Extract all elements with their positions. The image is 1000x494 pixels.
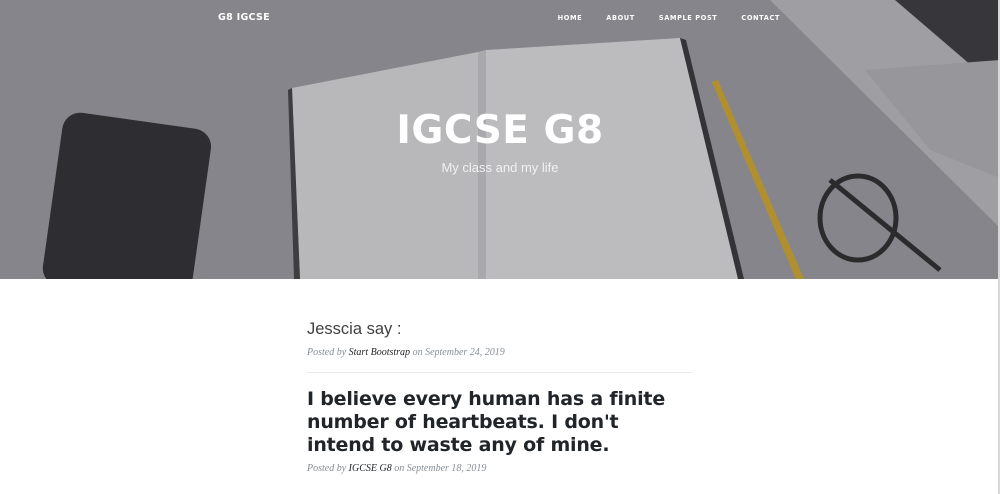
post-preview: Jesscia say : Posted by Start Bootstrap …: [307, 320, 692, 358]
post-divider: [307, 372, 692, 373]
nav-sample-post[interactable]: SAMPLE POST: [659, 14, 718, 22]
nav-contact[interactable]: CONTACT: [741, 14, 780, 22]
post-title-link[interactable]: Jesscia say :: [307, 320, 692, 339]
post-author-link[interactable]: IGCSE G8: [349, 463, 392, 474]
hero-title: IGCSE G8: [396, 108, 604, 153]
post-meta: Posted by IGCSE G8 on September 18, 2019: [307, 463, 487, 474]
nav-home[interactable]: HOME: [558, 14, 583, 22]
post-title-link[interactable]: I believe every human has a finite numbe…: [307, 388, 692, 457]
hero-header: G8 IGCSE HOME ABOUT SAMPLE POST CONTACT …: [0, 0, 1000, 279]
post-preview: I believe every human has a finite numbe…: [307, 388, 692, 474]
brand-link[interactable]: G8 IGCSE: [218, 12, 270, 23]
post-date: September 18, 2019: [406, 463, 487, 474]
post-meta: Posted by Start Bootstrap on September 2…: [307, 347, 505, 358]
nav-links: HOME ABOUT SAMPLE POST CONTACT: [534, 14, 780, 22]
hero-subtitle: My class and my life: [441, 160, 559, 175]
post-list: Jesscia say : Posted by Start Bootstrap …: [307, 320, 692, 474]
nav-about[interactable]: ABOUT: [606, 14, 635, 22]
post-date: September 24, 2019: [425, 347, 505, 358]
navbar: G8 IGCSE HOME ABOUT SAMPLE POST CONTACT: [0, 0, 1000, 36]
post-author-link[interactable]: Start Bootstrap: [349, 347, 410, 358]
